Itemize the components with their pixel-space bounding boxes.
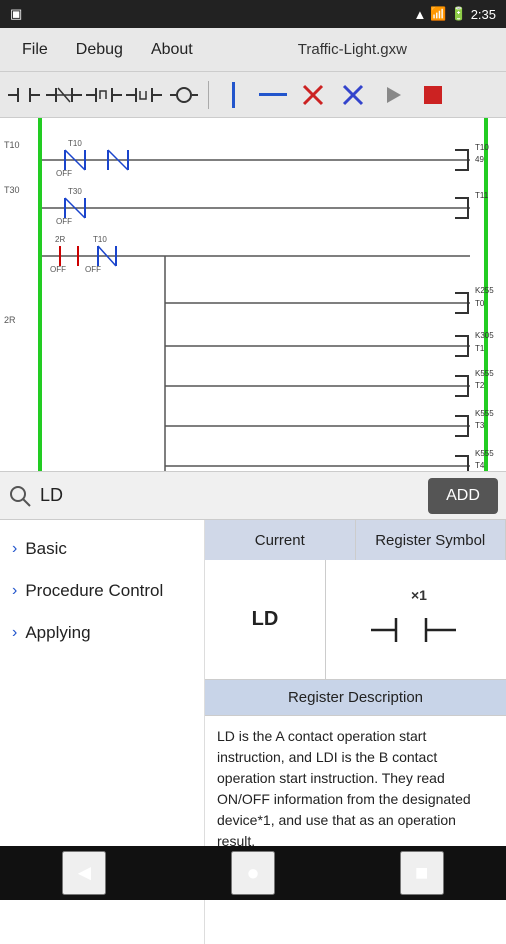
register-description-header: Register Description bbox=[205, 680, 506, 716]
chevron-basic-icon: › bbox=[12, 540, 17, 558]
delete-coil-btn[interactable] bbox=[335, 77, 371, 113]
sim-icon: ▣ bbox=[10, 6, 22, 22]
svg-text:T1: T1 bbox=[475, 344, 485, 353]
normally-closed-contact-btn[interactable] bbox=[46, 77, 82, 113]
run-btn[interactable] bbox=[375, 77, 411, 113]
register-symbol-cell: ×1 bbox=[326, 560, 506, 679]
about-menu[interactable]: About bbox=[137, 35, 207, 65]
svg-text:K255: K255 bbox=[475, 286, 494, 295]
svg-text:T11: T11 bbox=[475, 191, 489, 200]
svg-text:K555: K555 bbox=[475, 409, 494, 418]
svg-text:T4: T4 bbox=[475, 461, 485, 470]
svg-text:49: 49 bbox=[475, 155, 484, 164]
nav-label-applying: Applying bbox=[25, 622, 90, 644]
normally-open-contact-btn[interactable] bbox=[6, 77, 42, 113]
register-symbol-header: Register Symbol bbox=[356, 520, 506, 560]
delete-contact-btn[interactable] bbox=[295, 77, 331, 113]
recents-button[interactable]: ■ bbox=[400, 851, 444, 895]
symbol-area: LD ×1 bbox=[205, 560, 506, 680]
svg-text:OFF: OFF bbox=[50, 265, 66, 274]
svg-text:T2: T2 bbox=[475, 381, 485, 390]
register-description-body: LD is the A contact operation start inst… bbox=[205, 716, 506, 862]
window-title: Traffic-Light.gxw bbox=[207, 41, 498, 58]
output-coil-btn[interactable] bbox=[166, 77, 202, 113]
current-value: LD bbox=[205, 560, 326, 679]
battery-icon: 🔋 bbox=[451, 6, 467, 22]
search-icon bbox=[8, 484, 32, 508]
menu-bar: File Debug About Traffic-Light.gxw bbox=[0, 28, 506, 72]
home-button[interactable]: ● bbox=[231, 851, 275, 895]
svg-text:T10: T10 bbox=[68, 139, 82, 148]
svg-text:T3: T3 bbox=[475, 421, 485, 430]
horizontal-line-btn[interactable] bbox=[255, 77, 291, 113]
current-header: Current bbox=[205, 520, 356, 560]
wifi-icon: ▲ bbox=[413, 7, 426, 22]
toolbar bbox=[0, 72, 506, 118]
nav-label-procedure-control: Procedure Control bbox=[25, 580, 163, 602]
chevron-applying-icon: › bbox=[12, 624, 17, 642]
content-header: Current Register Symbol bbox=[205, 520, 506, 560]
svg-text:OFF: OFF bbox=[56, 217, 72, 226]
time-display: 2:35 bbox=[471, 7, 496, 22]
nav-item-applying[interactable]: › Applying bbox=[0, 612, 204, 654]
svg-text:T0: T0 bbox=[475, 299, 485, 308]
svg-text:2R: 2R bbox=[4, 315, 16, 325]
back-button[interactable]: ◄ bbox=[62, 851, 106, 895]
svg-text:T10: T10 bbox=[93, 235, 107, 244]
nav-item-basic[interactable]: › Basic bbox=[0, 528, 204, 570]
stop-btn[interactable] bbox=[415, 77, 451, 113]
search-input[interactable]: LD bbox=[40, 479, 420, 513]
status-right: ▲ 📶 🔋 2:35 bbox=[413, 6, 496, 22]
android-nav-bar: ◄ ● ■ bbox=[0, 846, 506, 900]
svg-text:T30: T30 bbox=[4, 185, 20, 195]
ladder-diagram: T10 T30 2R 3R T10 OFF T10 49 T30 OFF T11 bbox=[0, 118, 506, 472]
svg-text:OFF: OFF bbox=[85, 265, 101, 274]
svg-text:T10: T10 bbox=[475, 143, 489, 152]
chevron-procedure-icon: › bbox=[12, 582, 17, 600]
svg-text:T10: T10 bbox=[4, 140, 20, 150]
search-bar: LD ADD bbox=[0, 472, 506, 520]
status-left: ▣ bbox=[10, 6, 22, 22]
debug-menu[interactable]: Debug bbox=[62, 35, 137, 65]
svg-text:K555: K555 bbox=[475, 449, 494, 458]
file-menu[interactable]: File bbox=[8, 35, 62, 65]
svg-text:2R: 2R bbox=[55, 235, 65, 244]
svg-text:K555: K555 bbox=[475, 369, 494, 378]
nav-item-procedure-control[interactable]: › Procedure Control bbox=[0, 570, 204, 612]
nav-label-basic: Basic bbox=[25, 538, 67, 560]
svg-text:T30: T30 bbox=[68, 187, 82, 196]
vertical-line-btn[interactable] bbox=[215, 77, 251, 113]
ld-symbol-svg: ×1 bbox=[366, 580, 466, 660]
signal-icon: 📶 bbox=[430, 6, 446, 22]
status-bar: ▣ ▲ 📶 🔋 2:35 bbox=[0, 0, 506, 28]
svg-text:K305: K305 bbox=[475, 331, 494, 340]
svg-text:×1: ×1 bbox=[411, 587, 427, 603]
negative-pulse-btn[interactable] bbox=[126, 77, 162, 113]
svg-text:OFF: OFF bbox=[56, 169, 72, 178]
toolbar-divider-1 bbox=[208, 81, 209, 109]
positive-pulse-btn[interactable] bbox=[86, 77, 122, 113]
add-button[interactable]: ADD bbox=[428, 478, 498, 514]
